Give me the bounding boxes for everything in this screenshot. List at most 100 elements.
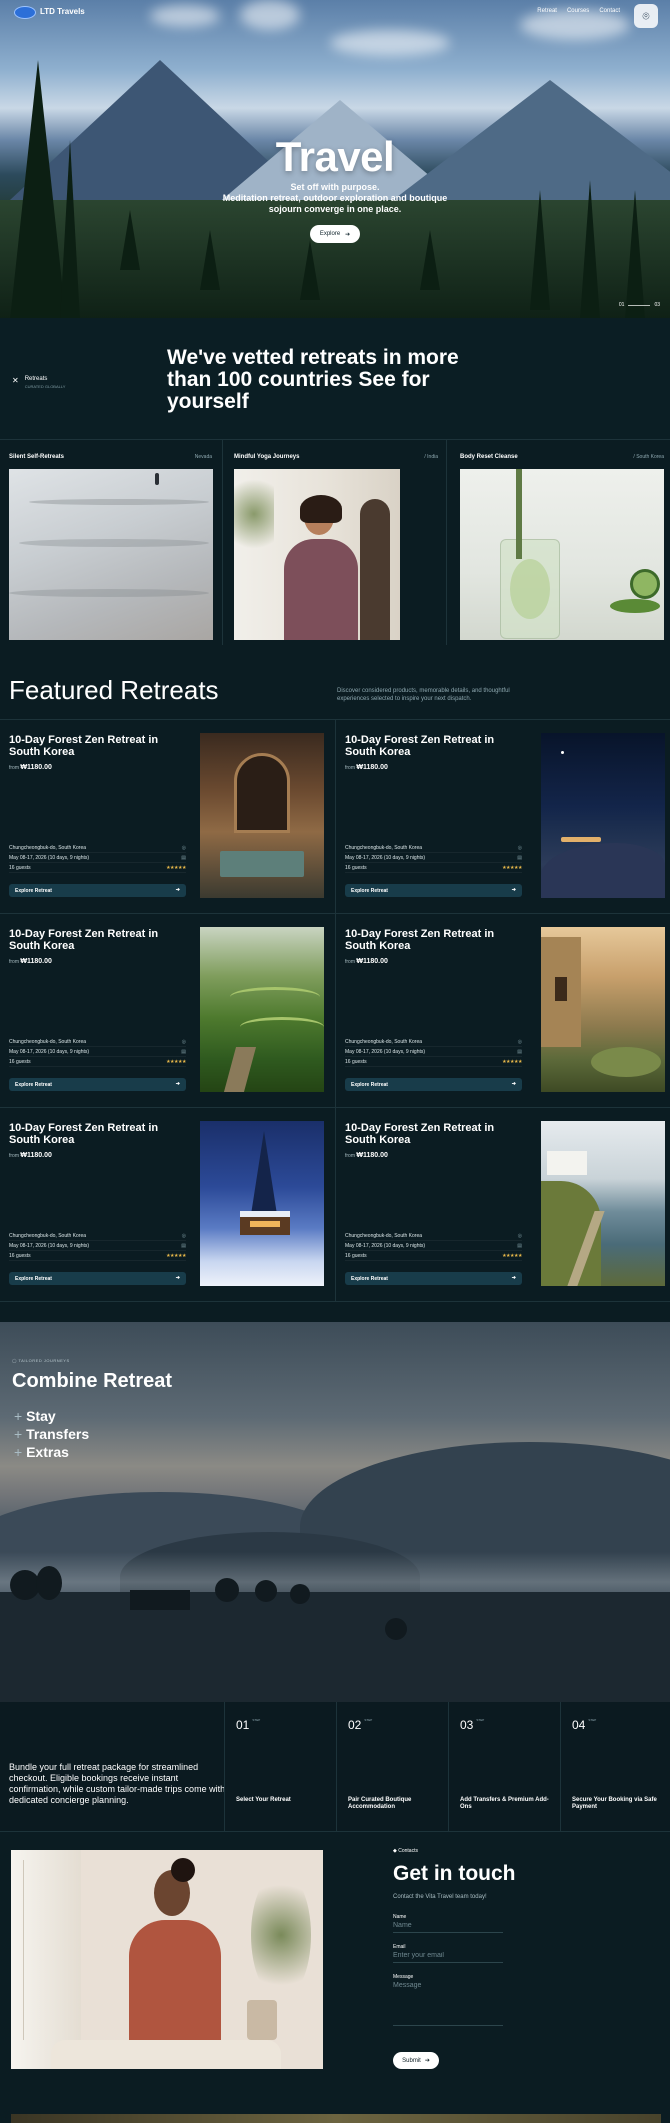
arrow-right-icon: ➔ — [175, 1081, 180, 1087]
retreat-dates: May 08-17, 2026 (10 days, 9 nights) — [9, 1243, 90, 1249]
category-cards: Silent Self-Retreats Nevada Mindful Yoga… — [0, 440, 670, 645]
price-prefix: from — [9, 1153, 19, 1159]
nav-link-courses[interactable]: Courses — [567, 8, 589, 14]
retreat-card[interactable]: 10-Day Forest Zen Retreat in South Korea… — [0, 720, 335, 914]
submit-button[interactable]: Submit ➔ — [393, 2052, 439, 2069]
retreat-card[interactable]: 10-Day Forest Zen Retreat in South Korea… — [335, 1108, 670, 1302]
foreground — [0, 1592, 670, 1702]
retreat-guests: 16 guests — [9, 865, 31, 871]
contact-subtitle: Contact the Vita Travel team today! — [393, 1894, 487, 1900]
price-value: ₩1180.00 — [356, 764, 388, 771]
location-pin-icon: ◎ — [181, 1233, 186, 1239]
email-input[interactable] — [393, 1950, 503, 1962]
email-field: Email — [393, 1944, 503, 1963]
close-icon[interactable]: ✕ — [12, 376, 19, 385]
plant-shadow — [234, 469, 274, 559]
plant — [251, 1870, 311, 2000]
rating-stars: ★★★★★ — [502, 1059, 522, 1065]
explore-button[interactable]: Explore ➔ — [310, 225, 360, 243]
doorway — [360, 499, 390, 640]
retreat-guests: 16 guests — [9, 1253, 31, 1259]
nav-link-retreat[interactable]: Retreat — [537, 8, 557, 14]
explore-retreat-button[interactable]: Explore Retreat ➔ — [9, 884, 186, 897]
brand-logo-icon[interactable] — [14, 6, 36, 19]
cloud — [330, 30, 450, 56]
retreat-dates: May 08-17, 2026 (10 days, 9 nights) — [345, 1049, 426, 1055]
tree — [120, 210, 140, 270]
price-value: ₩1180.00 — [356, 958, 388, 965]
price-value: ₩1180.00 — [356, 1152, 388, 1159]
retreat-location: Chungcheongbuk-do, South Korea — [9, 1039, 87, 1045]
explore-retreat-button[interactable]: Explore Retreat ➔ — [345, 1078, 522, 1091]
slide-indicator[interactable]: 01 03 — [619, 302, 660, 308]
vetted-heading: We've vetted retreats in more than 100 c… — [167, 346, 459, 413]
retreat-location: Chungcheongbuk-do, South Korea — [345, 845, 423, 851]
pot — [247, 2000, 277, 2040]
calendar-icon: ▤ — [517, 1049, 522, 1055]
retreat-info: Chungcheongbuk-do, South Korea ◎ May 08-1… — [9, 1231, 186, 1261]
retreat-price: from ₩1180.00 — [345, 1152, 388, 1159]
rating-stars: ★★★★★ — [502, 1253, 522, 1259]
button-label: Explore Retreat — [15, 888, 52, 894]
button-label: Explore Retreat — [351, 1276, 388, 1282]
step-item: 03 STEP Add Transfers & Premium Add-Ons — [448, 1702, 560, 1832]
stone-path — [223, 1047, 257, 1092]
combine-item: + Transfers — [14, 1425, 89, 1443]
name-input[interactable] — [393, 1920, 503, 1932]
cucumber-slice — [630, 569, 660, 599]
step-sup: STEP — [364, 1718, 373, 1722]
lodge-silhouette — [130, 1590, 190, 1610]
explore-retreat-button[interactable]: Explore Retreat ➔ — [345, 884, 522, 897]
retreat-price: from ₩1180.00 — [345, 958, 388, 965]
brand-name[interactable]: LTD Travels — [40, 7, 85, 16]
retreat-guests: 16 guests — [345, 865, 367, 871]
category-card[interactable]: Mindful Yoga Journeys / India — [223, 440, 447, 645]
arrow-right-icon: ➔ — [424, 2058, 430, 2064]
step-label: Select Your Retreat — [236, 1797, 291, 1803]
retreat-card[interactable]: 10-Day Forest Zen Retreat in South Korea… — [335, 720, 670, 914]
category-card[interactable]: Silent Self-Retreats Nevada — [0, 440, 223, 645]
explore-retreat-button[interactable]: Explore Retreat ➔ — [9, 1272, 186, 1285]
tree — [530, 190, 550, 310]
explore-retreat-button[interactable]: Explore Retreat ➔ — [345, 1272, 522, 1285]
nav-link-contact[interactable]: Contact — [599, 8, 620, 14]
retreat-guests: 16 guests — [345, 1059, 367, 1065]
desert-footprints-image — [9, 469, 213, 640]
combine-list: + Stay + Transfers + Extras — [14, 1407, 89, 1461]
snowy-cabin-image — [200, 1121, 324, 1286]
price-prefix: from — [9, 959, 19, 965]
calendar-icon: ▤ — [181, 1243, 186, 1249]
step-number-value: 01 — [236, 1718, 250, 1732]
step-number-value: 02 — [348, 1718, 362, 1732]
retreat-card[interactable]: 10-Day Forest Zen Retreat in South Korea… — [335, 914, 670, 1108]
walking-person — [155, 473, 159, 485]
category-label: Body Reset Cleanse — [460, 454, 518, 460]
retreat-card[interactable]: 10-Day Forest Zen Retreat in South Korea… — [0, 914, 335, 1108]
tree-silhouette — [255, 1580, 277, 1602]
arrow-right-icon: ➔ — [175, 887, 180, 893]
woman-legs — [51, 2040, 281, 2069]
camera-icon[interactable]: ⌾ — [634, 4, 658, 28]
forest — [0, 200, 670, 318]
booking-steps: Bundle your full retreat package for str… — [0, 1702, 670, 1832]
retreat-title: 10-Day Forest Zen Retreat in South Korea — [9, 734, 159, 758]
contacts-tag: ◆ Contacts — [393, 1848, 418, 1854]
rosemary-sprig — [516, 469, 522, 559]
plus-icon: + — [14, 1444, 27, 1460]
dune — [541, 843, 665, 898]
calendar-icon: ▤ — [181, 855, 186, 861]
footer-image-strip — [11, 2114, 661, 2123]
retreats-tag-title: Retreats — [24, 376, 48, 382]
rating-stars: ★★★★★ — [166, 865, 186, 871]
category-card[interactable]: Body Reset Cleanse / South Korea — [447, 440, 670, 645]
retreat-price: from ₩1180.00 — [9, 764, 52, 771]
featured-header: Featured Retreats Discover considered pr… — [0, 645, 670, 720]
retreat-card[interactable]: 10-Day Forest Zen Retreat in South Korea… — [0, 1108, 335, 1302]
tree — [200, 230, 220, 290]
explore-retreat-button[interactable]: Explore Retreat ➔ — [9, 1078, 186, 1091]
message-input[interactable] — [393, 1980, 503, 2006]
category-location: Nevada — [194, 454, 212, 460]
retreat-location: Chungcheongbuk-do, South Korea — [9, 1233, 87, 1239]
category-location: / India — [424, 454, 438, 460]
explore-button-label: Explore — [319, 231, 341, 237]
